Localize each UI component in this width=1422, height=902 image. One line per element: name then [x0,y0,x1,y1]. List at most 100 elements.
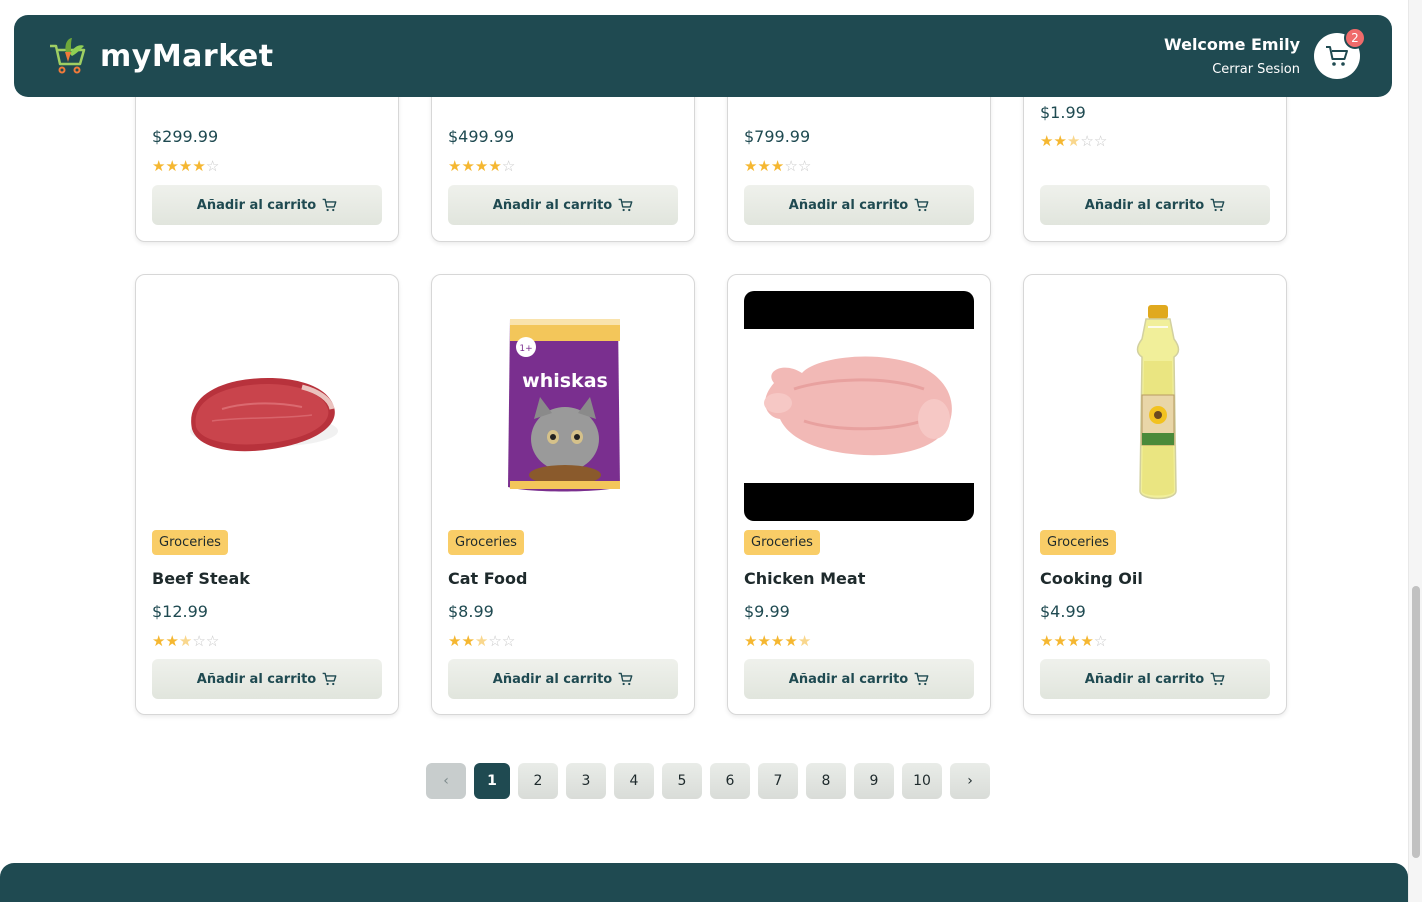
user-area: Welcome Emily Cerrar Sesion 2 [1164,27,1366,79]
cart-icon [322,198,337,212]
rating-stars: ★★★☆☆ [1040,132,1107,150]
star-icon: ★ [1066,632,1081,650]
star-icon: ★ [744,632,758,650]
add-to-cart-label: Añadir al carrito [1084,671,1205,687]
product-name[interactable]: Cat Food [448,569,527,588]
cart-icon [914,198,929,212]
svg-text:whiskas: whiskas [522,370,608,392]
brand[interactable]: myMarket [46,34,274,78]
add-to-cart-button[interactable]: Añadir al carrito [1040,659,1270,699]
product-price: $499.99 [448,127,515,146]
add-to-cart-button[interactable]: Añadir al carrito [744,185,974,225]
category-badge: Groceries [744,530,820,555]
star-icon: ★ [192,157,206,175]
rating-stars: ★★★★★ [744,632,811,650]
scrollbar[interactable] [1408,0,1422,902]
cart-icon [618,198,633,212]
star-icon: ☆ [205,157,220,175]
rating-stars: ★★★☆☆ [152,632,219,650]
product-name[interactable]: Chicken Meat [744,569,865,588]
category-badge: Groceries [448,530,524,555]
star-icon: ★ [797,632,812,650]
svg-text:1+: 1+ [519,344,532,354]
add-to-cart-button[interactable]: Añadir al carrito [448,185,678,225]
cart-logo-icon [50,38,86,74]
brand-name: myMarket [100,38,274,74]
product-price: $299.99 [152,127,219,146]
prev-page-button[interactable]: ‹ [426,763,466,799]
scrollbar-thumb[interactable] [1412,586,1420,858]
welcome-text: Welcome Emily [1164,35,1300,54]
star-icon: ★ [757,157,771,175]
page-button-8[interactable]: 8 [806,763,846,799]
star-icon: ☆ [784,157,798,175]
cart-icon [1210,672,1225,686]
star-icon: ★ [744,157,758,175]
page: $299.99 ★★★★☆ Añadir al carrito $499.99 … [0,0,1422,902]
product-image[interactable] [744,291,974,521]
star-icon: ★ [178,632,193,650]
star-icon: ☆ [1093,632,1108,650]
next-page-button[interactable]: › [950,763,990,799]
product-price: $9.99 [744,602,790,621]
star-icon: ★ [178,157,193,175]
star-icon: ★ [165,632,179,650]
cart-icon [914,672,929,686]
star-icon: ☆ [192,632,206,650]
product-card: 1+ whiskas Groceries Cat Food $8.99 ★★★☆… [431,274,695,715]
star-icon: ☆ [1080,132,1094,150]
page-button-1[interactable]: 1 [474,763,510,799]
product-image[interactable] [1040,291,1270,521]
add-to-cart-label: Añadir al carrito [1084,197,1205,213]
product-price: $8.99 [448,602,494,621]
cart-count-badge: 2 [1344,27,1366,49]
rating-stars: ★★★☆☆ [744,157,811,175]
beef-steak-image [190,378,338,452]
star-icon: ★ [461,632,475,650]
star-icon: ★ [448,157,462,175]
add-to-cart-button[interactable]: Añadir al carrito [1040,185,1270,225]
page-button-6[interactable]: 6 [710,763,750,799]
product-card: Groceries Chicken Meat $9.99 ★★★★★ Añadi… [727,274,991,715]
star-icon: ★ [474,632,489,650]
star-icon: ★ [488,157,502,175]
add-to-cart-label: Añadir al carrito [788,671,909,687]
page-button-4[interactable]: 4 [614,763,654,799]
add-to-cart-label: Añadir al carrito [196,671,317,687]
page-button-3[interactable]: 3 [566,763,606,799]
app-header: myMarket Welcome Emily Cerrar Sesion 2 [14,15,1392,97]
add-to-cart-button[interactable]: Añadir al carrito [152,185,382,225]
star-icon: ★ [1053,632,1067,650]
page-button-5[interactable]: 5 [662,763,702,799]
add-to-cart-button[interactable]: Añadir al carrito [744,659,974,699]
add-to-cart-button[interactable]: Añadir al carrito [152,659,382,699]
cat-food-image: 1+ whiskas [508,319,620,492]
add-to-cart-button[interactable]: Añadir al carrito [448,659,678,699]
cart-icon [1326,46,1348,66]
category-badge: Groceries [1040,530,1116,555]
star-icon: ★ [152,632,166,650]
product-name[interactable]: Beef Steak [152,569,250,588]
page-button-7[interactable]: 7 [758,763,798,799]
product-card: Groceries Beef Steak $12.99 ★★★☆☆ Añadir… [135,274,399,715]
page-button-2[interactable]: 2 [518,763,558,799]
product-card: Groceries Cooking Oil $4.99 ★★★★☆ Añadir… [1023,274,1287,715]
page-button-10[interactable]: 10 [902,763,942,799]
product-price: $1.99 [1040,103,1086,122]
add-to-cart-label: Añadir al carrito [788,197,909,213]
rating-stars: ★★★★☆ [152,157,219,175]
cart-button[interactable]: 2 [1314,27,1366,79]
star-icon: ★ [165,157,179,175]
product-name[interactable]: Cooking Oil [1040,569,1143,588]
star-icon: ☆ [797,157,812,175]
star-icon: ★ [1040,132,1054,150]
page-button-9[interactable]: 9 [854,763,894,799]
product-image[interactable]: 1+ whiskas [448,291,678,521]
star-icon: ☆ [488,632,502,650]
logout-link[interactable]: Cerrar Sesion [1164,62,1300,77]
star-icon: ★ [1040,632,1054,650]
star-icon: ★ [1053,132,1067,150]
product-image[interactable] [152,291,382,521]
add-to-cart-label: Añadir al carrito [492,197,613,213]
star-icon: ★ [1080,632,1094,650]
